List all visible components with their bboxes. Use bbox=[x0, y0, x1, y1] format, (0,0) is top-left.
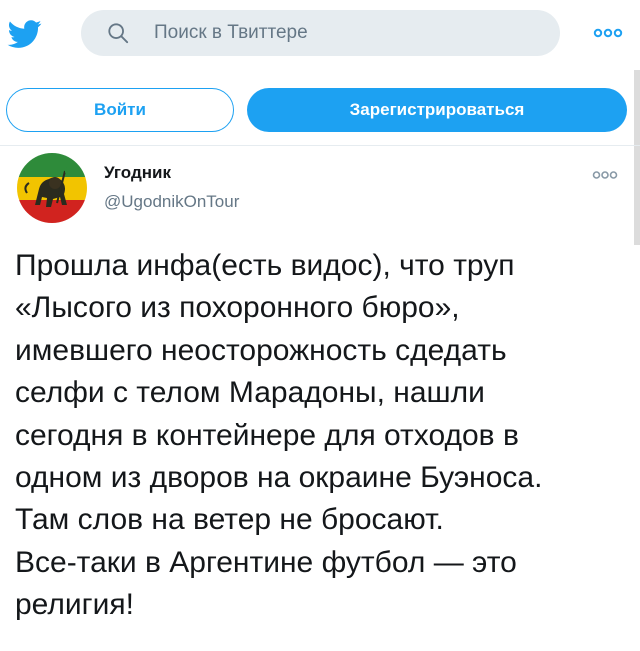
tweet-line: «Лысого из похоронного бюро», bbox=[15, 291, 460, 325]
tweet-line: селфи с телом Марадоны, нашли bbox=[15, 376, 485, 410]
twitter-bird-icon[interactable] bbox=[6, 17, 44, 51]
author-handle[interactable]: @UgodnikOnTour bbox=[104, 192, 239, 212]
tweet-line: имевшего неосторожность сдедать bbox=[15, 333, 507, 367]
search-icon bbox=[108, 23, 129, 44]
tweet-line: Прошла инфа(есть видос), что труп bbox=[15, 249, 515, 282]
tweet-line: Все-таки в Аргентине футбол — это bbox=[15, 545, 517, 579]
tweet-text: Прошла инфа(есть видос), что труп «Лысог… bbox=[15, 245, 627, 627]
tweet-line: религия! bbox=[15, 588, 134, 622]
more-dots-icon[interactable] bbox=[593, 28, 623, 38]
tweet-line: Там слов на ветер не бросают. bbox=[15, 503, 444, 537]
tweet-more-dots-icon[interactable] bbox=[592, 170, 618, 180]
search-placeholder: Поиск в Твиттере bbox=[154, 22, 308, 43]
divider bbox=[0, 145, 640, 146]
tweet-line: одном из дворов на окраине Буэноса. bbox=[15, 461, 543, 495]
avatar[interactable] bbox=[17, 153, 87, 223]
signup-button[interactable]: Зарегистрироваться bbox=[247, 88, 627, 132]
scrollbar[interactable] bbox=[634, 70, 640, 245]
search-input[interactable]: Поиск в Твиттере bbox=[81, 10, 560, 56]
tweet-line: сегодня в контейнере для отходов в bbox=[15, 418, 519, 452]
author-name[interactable]: Угодник bbox=[104, 163, 171, 183]
login-button[interactable]: Войти bbox=[6, 88, 234, 132]
top-bar: Поиск в Твиттере bbox=[0, 0, 640, 70]
avatar-lion-image bbox=[17, 153, 87, 223]
